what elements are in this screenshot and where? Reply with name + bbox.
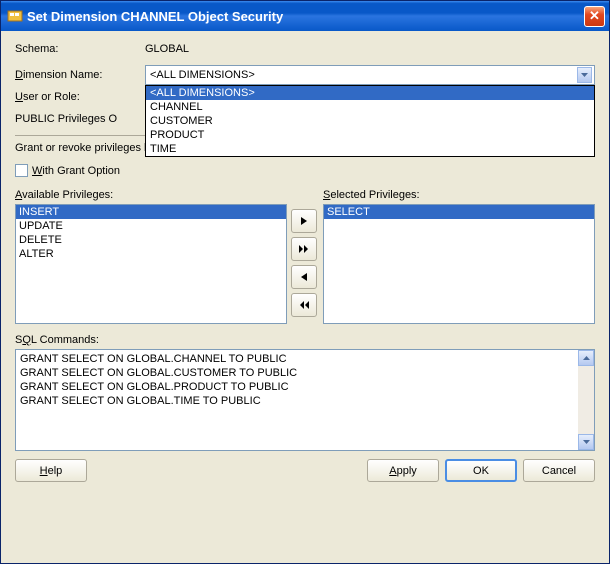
sql-commands-text: GRANT SELECT ON GLOBAL.CHANNEL TO PUBLIC…	[16, 350, 578, 450]
dimension-name-combo[interactable]: <ALL DIMENSIONS>	[145, 65, 595, 85]
move-right-button[interactable]	[291, 209, 317, 233]
move-all-left-button[interactable]	[291, 293, 317, 317]
move-all-right-button[interactable]	[291, 237, 317, 261]
dropdown-option[interactable]: CUSTOMER	[146, 114, 594, 128]
dimension-name-label: Dimension Name:	[15, 69, 145, 81]
list-item[interactable]: UPDATE	[16, 219, 286, 233]
public-privileges-label: PUBLIC Privileges O	[15, 113, 117, 125]
list-item[interactable]: DELETE	[16, 233, 286, 247]
sql-commands-label: SQL Commands:	[15, 334, 595, 346]
selected-privileges-label: Selected Privileges:	[323, 189, 595, 201]
scroll-up-button[interactable]	[578, 350, 594, 366]
scroll-down-button[interactable]	[578, 434, 594, 450]
schema-value: GLOBAL	[145, 43, 595, 55]
dropdown-option[interactable]: <ALL DIMENSIONS>	[146, 86, 594, 100]
sql-commands-box[interactable]: GRANT SELECT ON GLOBAL.CHANNEL TO PUBLIC…	[15, 349, 595, 451]
with-grant-checkbox[interactable]	[15, 164, 28, 177]
dimension-dropdown-list[interactable]: <ALL DIMENSIONS> CHANNEL CUSTOMER PRODUC…	[145, 85, 595, 157]
with-grant-option-row[interactable]: With Grant Option	[15, 164, 595, 177]
dropdown-option[interactable]: PRODUCT	[146, 128, 594, 142]
with-grant-label: With Grant Option	[32, 165, 120, 177]
list-item[interactable]: ALTER	[16, 247, 286, 261]
help-button[interactable]: Help	[15, 459, 87, 482]
list-item[interactable]: SELECT	[324, 205, 594, 219]
dimension-name-value: <ALL DIMENSIONS>	[150, 69, 577, 81]
window-title: Set Dimension CHANNEL Object Security	[27, 9, 584, 24]
user-or-role-label: User or Role:	[15, 91, 145, 103]
schema-label: Schema:	[15, 43, 145, 55]
list-item[interactable]: INSERT	[16, 205, 286, 219]
selected-privileges-list[interactable]: SELECT	[323, 204, 595, 324]
available-privileges-list[interactable]: INSERT UPDATE DELETE ALTER	[15, 204, 287, 324]
dropdown-option[interactable]: TIME	[146, 142, 594, 156]
scrollbar[interactable]	[578, 350, 594, 450]
cancel-button[interactable]: Cancel	[523, 459, 595, 482]
dialog-content: Schema: GLOBAL Dimension Name: <ALL DIME…	[1, 31, 609, 492]
ok-button[interactable]: OK	[445, 459, 517, 482]
dropdown-option[interactable]: CHANNEL	[146, 100, 594, 114]
move-left-button[interactable]	[291, 265, 317, 289]
close-button[interactable]: ✕	[584, 6, 605, 27]
apply-button[interactable]: Apply	[367, 459, 439, 482]
app-icon	[7, 8, 23, 24]
available-privileges-label: Available Privileges:	[15, 189, 287, 201]
titlebar[interactable]: Set Dimension CHANNEL Object Security ✕	[1, 1, 609, 31]
dropdown-button[interactable]	[577, 67, 592, 83]
